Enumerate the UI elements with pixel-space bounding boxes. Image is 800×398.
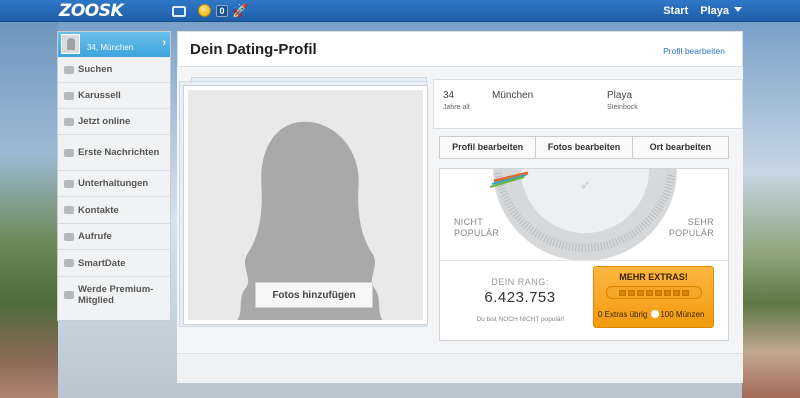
views-icon [64,232,74,241]
sidebar-item-aufrufe[interactable]: Aufrufe [58,224,170,250]
sidebar-item-label: Werde Premium-Mitglied [78,284,154,306]
premium-icon [64,291,74,299]
coin-count-badge[interactable]: 0 [216,5,228,17]
not-popular-line1: NICHT [454,217,483,227]
info-name: Playa Steinbock [607,90,638,111]
profile-photo-placeholder: Fotos hinzufügen [188,90,423,320]
extras-coins: 100 Münzen [660,310,705,319]
edit-profile-button[interactable]: Profil bearbeiten [440,137,535,158]
profile-action-buttons: Profil bearbeiten Fotos bearbeiten Ort b… [439,136,729,159]
sidebar-item-karussell[interactable]: Karussell [58,83,170,109]
messages-icon[interactable] [172,6,186,17]
sidebar-item-label: Karussell [78,90,121,101]
sidebar-item-label: Aufrufe [78,231,112,242]
extra-slot [646,289,653,296]
carousel-icon [64,91,74,100]
sidebar-item-erste-nachrichten[interactable]: Erste Nachrichten [58,135,170,171]
sidebar-item-suchen[interactable]: Suchen [58,57,170,83]
extra-slot [673,289,680,296]
popularity-box: ➶ NICHT POPULÄR SEHR POPULÄR DEIN RANG: 6.… [439,168,729,341]
background-scenery-left [0,22,58,398]
very-popular-label: SEHR POPULÄR [669,217,714,239]
add-photos-button[interactable]: Fotos hinzufügen [255,282,373,308]
sidebar-item-smartdate[interactable]: SmartDate [58,250,170,277]
name-value: Playa [607,90,633,101]
more-extras-box[interactable]: MEHR EXTRAS! 0 Extras übrig 100 Münzen [593,266,714,328]
very-popular-line2: POPULÄR [668,228,714,238]
sidebar-item-label: Jetzt online [78,116,131,127]
profile-photo-frame[interactable]: Fotos hinzufügen [183,85,428,325]
extras-slots [606,286,702,299]
coin-icon [651,310,660,318]
sidebar-user-profile[interactable]: 34, München › [58,32,170,57]
sidebar-item-label: Unterhaltungen [78,178,149,189]
contacts-icon [64,206,74,214]
sidebar-item-label: Kontakte [78,204,119,216]
edit-photos-button[interactable]: Fotos bearbeiten [535,137,631,158]
zoosk-logo[interactable]: ZOOSK [59,1,124,21]
edit-location-button[interactable]: Ort bearbeiten [631,137,728,158]
info-age: 34 Jahre alt [443,90,470,111]
zodiac-sign: Steinbock [607,104,638,111]
start-link[interactable]: Start [663,5,688,17]
search-icon [64,65,74,74]
extra-slot [628,289,635,296]
sidebar-item-label: Erste Nachrichten [78,147,160,158]
extra-slot [682,289,689,296]
user-menu[interactable]: Playa [700,5,742,17]
rank-note: Du bist NOCH NICHT populär! [476,316,565,323]
city-value: München [492,90,534,101]
profile-photo-area: Fotos hinzufügen [177,77,433,329]
sidebar-item-jetzt-online[interactable]: Jetzt online [58,109,170,135]
caret-down-icon [734,7,742,12]
info-city: München [492,90,533,101]
user-age-city: 34, München [87,43,134,52]
sidebar-item-unterhaltungen[interactable]: Unterhaltungen [58,171,170,197]
avatar [61,34,80,54]
sidebar-item-label: SmartDate [78,257,126,269]
extra-slot [619,289,626,296]
chevron-right-icon: › [162,37,166,49]
extras-footer: 0 Extras übrig 100 Münzen [598,310,704,319]
rank-label: DEIN RANG: [491,277,549,287]
profile-info-row: 34 Jahre alt München Playa Steinbock [433,79,743,129]
sidebar-item-label: Suchen [78,64,113,75]
user-menu-label: Playa [700,5,729,17]
extra-slot [637,289,644,296]
profile-header: Dein Dating-Profil Profil bearbeiten [177,31,743,67]
top-right-nav: Start Playa [651,0,742,22]
age-sub: Jahre alt [443,104,470,111]
coin-icon[interactable] [198,4,211,17]
background-scenery-right [742,22,800,398]
smartdate-icon [64,259,74,267]
extra-slot [664,289,671,296]
sidebar-item-kontakte[interactable]: Kontakte [58,197,170,224]
age-value: 34 [443,90,455,101]
sidebar-item-premium[interactable]: Werde Premium-Mitglied [58,277,170,313]
rank-value: 6.423.753 [484,289,556,306]
bottom-panel [177,353,743,383]
divider [440,260,728,261]
extras-remaining: 0 Extras übrig [598,310,648,319]
popularity-gauge: ➶ [489,169,677,261]
not-popular-line2: POPULÄR [454,228,500,238]
chat-icon [64,179,74,188]
rocket-icon: ➶ [580,178,590,192]
sidebar: 34, München › Suchen Karussell Jetzt onl… [57,31,171,321]
rocket-icon[interactable]: 🚀 [232,3,248,19]
edit-profile-link[interactable]: Profil bearbeiten [663,46,725,56]
top-navigation-bar: ZOOSK 0 🚀 Start Playa [0,0,800,22]
not-popular-label: NICHT POPULÄR [454,217,499,239]
page-title: Dein Dating-Profil [190,41,317,58]
more-extras-title: MEHR EXTRAS! [619,272,688,282]
online-icon [64,117,74,126]
very-popular-line1: SEHR [687,217,714,227]
extra-slot [655,289,662,296]
envelope-icon [64,148,74,157]
main-content: Dein Dating-Profil Profil bearbeiten Fot… [177,31,743,383]
